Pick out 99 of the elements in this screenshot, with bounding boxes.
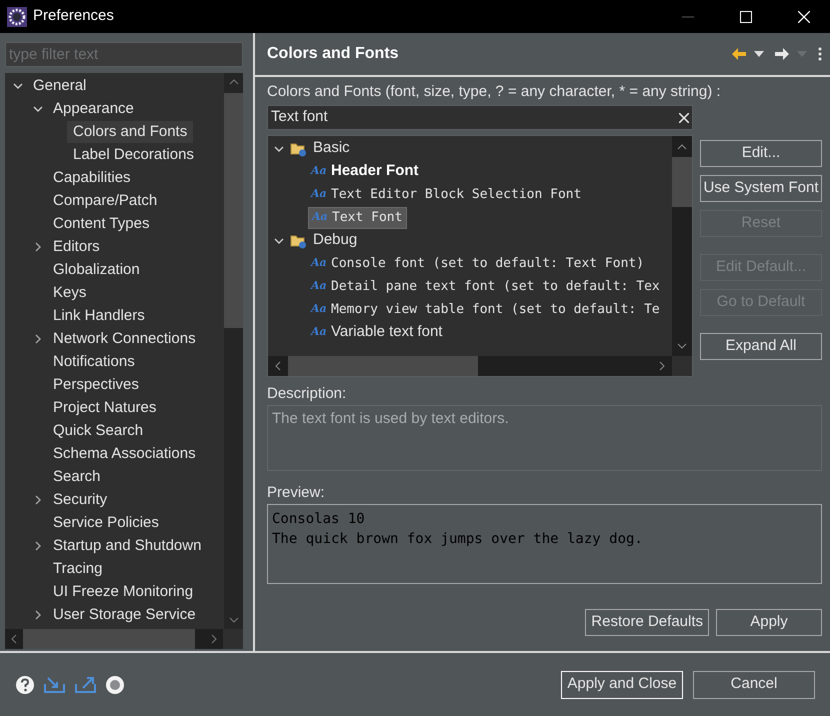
tree-item[interactable]: Aa Detail pane text font (set to default: Tex (308, 276, 664, 298)
dropdown-icon[interactable] (754, 51, 764, 57)
tree-item[interactable]: Aa Console font (set to default: Text Font) (308, 252, 648, 274)
font-name: Memory view table font (set to default: Te (331, 300, 660, 319)
tree-item[interactable]: Appearance (47, 98, 140, 120)
forward-arrow-icon[interactable] (775, 48, 789, 60)
scroll-right-icon[interactable] (657, 361, 667, 371)
scroll-thumb[interactable] (672, 157, 692, 207)
scroll-right-icon[interactable] (209, 634, 219, 644)
record-icon[interactable] (105, 674, 125, 694)
close-icon[interactable] (798, 10, 810, 22)
button[interactable]: Restore Defaults (585, 609, 709, 636)
tree-item[interactable]: Colors and Fonts (67, 120, 194, 142)
tree-item[interactable]: Perspectives (47, 374, 145, 396)
font-name: Text Font (332, 208, 402, 227)
button[interactable]: Expand All (700, 333, 822, 360)
tree-item[interactable]: Tracing (47, 558, 108, 580)
button[interactable]: Apply (716, 609, 822, 636)
preview-label: Preview: (267, 483, 326, 503)
tree-item[interactable]: User Storage Service (47, 604, 202, 626)
font-name: Console font (set to default: Text Font) (331, 254, 644, 273)
tree-item[interactable]: Link Handlers (47, 304, 151, 326)
folder-icon (290, 140, 307, 156)
font-name: Header Font (331, 161, 419, 182)
scroll-down-icon[interactable] (677, 341, 687, 351)
chevron-down-icon[interactable] (13, 80, 23, 90)
font-icon: Aa (311, 301, 331, 318)
tree-item[interactable]: Project Natures (47, 396, 162, 418)
scroll-left-icon[interactable] (273, 361, 283, 371)
scroll-thumb[interactable] (224, 93, 243, 328)
clear-icon[interactable] (679, 112, 689, 122)
scroll-up-icon[interactable] (228, 77, 238, 87)
button[interactable]: Cancel (693, 670, 815, 698)
scroll-thumb[interactable] (23, 629, 195, 649)
font-name: Variable text font (331, 322, 442, 342)
font-icon: Aa (311, 255, 331, 272)
vertical-scrollbar[interactable] (672, 136, 692, 356)
folder-icon (290, 232, 307, 248)
tree-item[interactable]: Content Types (47, 212, 156, 234)
horizontal-scrollbar[interactable] (5, 629, 223, 649)
chevron-down-icon[interactable] (33, 104, 43, 114)
tree-item[interactable]: Schema Associations (47, 442, 202, 464)
font-icon: Aa (311, 163, 331, 180)
tree-item[interactable]: Capabilities (47, 166, 137, 188)
description-label: Description: (267, 384, 348, 404)
button[interactable]: Apply and Close (561, 670, 683, 698)
tree-item[interactable]: UI Freeze Monitoring (47, 580, 200, 602)
chevron-down-icon[interactable] (274, 144, 284, 154)
scroll-left-icon[interactable] (9, 634, 19, 644)
tree-item[interactable]: Label Decorations (67, 144, 200, 166)
chevron-right-icon[interactable] (33, 610, 43, 620)
tree-item[interactable]: Aa Text Font (308, 206, 408, 228)
scroll-down-icon[interactable] (228, 615, 238, 625)
tree-item[interactable]: Globalization (47, 258, 146, 280)
font-icon: Aa (312, 209, 332, 226)
category-label[interactable]: Basic (313, 137, 350, 160)
help-icon[interactable] (15, 674, 35, 694)
font-icon: Aa (311, 324, 331, 341)
font-icon: Aa (311, 278, 331, 295)
page-title: Colors and Fonts (267, 44, 399, 64)
preview-text: Consolas 10 (272, 510, 366, 529)
tree-item[interactable]: Service Policies (47, 512, 165, 534)
filter-label: Colors and Fonts (font, size, type, ? = any character, * = any string) : (267, 82, 722, 102)
button[interactable]: Edit... (700, 140, 822, 167)
font-name: Text Editor Block Selection Font (331, 186, 582, 204)
tree-item[interactable]: Editors (47, 236, 106, 258)
more-icon[interactable] (818, 47, 822, 61)
app-icon (7, 6, 27, 26)
tree-item[interactable]: Aa Memory view table font (set to default: Te (308, 298, 664, 320)
preview-text: The quick brown fox jumps over the lazy dog. (272, 530, 644, 549)
scroll-thumb[interactable] (288, 356, 478, 376)
tree-item[interactable]: Compare/Patch (47, 190, 164, 212)
tree-item[interactable]: Network Connections (47, 328, 202, 350)
horizontal-scrollbar[interactable] (268, 356, 672, 376)
tree-item[interactable]: Search (47, 466, 107, 488)
tree-item[interactable]: Aa Text Editor Block Selection Font (308, 184, 586, 206)
tree-item[interactable]: Aa Variable text font (308, 322, 446, 344)
tree-item[interactable]: Notifications (47, 350, 141, 372)
maximize-icon[interactable] (740, 10, 752, 22)
chevron-right-icon[interactable] (33, 242, 43, 252)
tree-item[interactable]: Keys (47, 282, 92, 304)
tree-item[interactable]: Quick Search (47, 420, 150, 442)
tree-item[interactable]: General (27, 74, 92, 96)
tree-item[interactable]: Aa Header Font (308, 160, 423, 182)
chevron-right-icon[interactable] (33, 540, 43, 550)
chevron-right-icon[interactable] (33, 334, 43, 344)
vertical-scrollbar[interactable] (224, 73, 243, 629)
back-arrow-icon[interactable] (732, 48, 746, 60)
category-label[interactable]: Debug (313, 229, 358, 252)
scroll-up-icon[interactable] (677, 142, 687, 152)
chevron-down-icon[interactable] (274, 236, 284, 246)
tree-item[interactable]: Security (47, 488, 114, 510)
button[interactable]: Use System Font (700, 175, 822, 202)
font-name: Detail pane text font (set to default: Tex (331, 278, 660, 296)
window-title: Preferences (33, 6, 114, 26)
chevron-right-icon[interactable] (33, 494, 43, 504)
description-box: The text font is used by text editors. (267, 405, 822, 471)
font-icon: Aa (311, 186, 331, 203)
tree-item[interactable]: Startup and Shutdown (47, 534, 208, 556)
